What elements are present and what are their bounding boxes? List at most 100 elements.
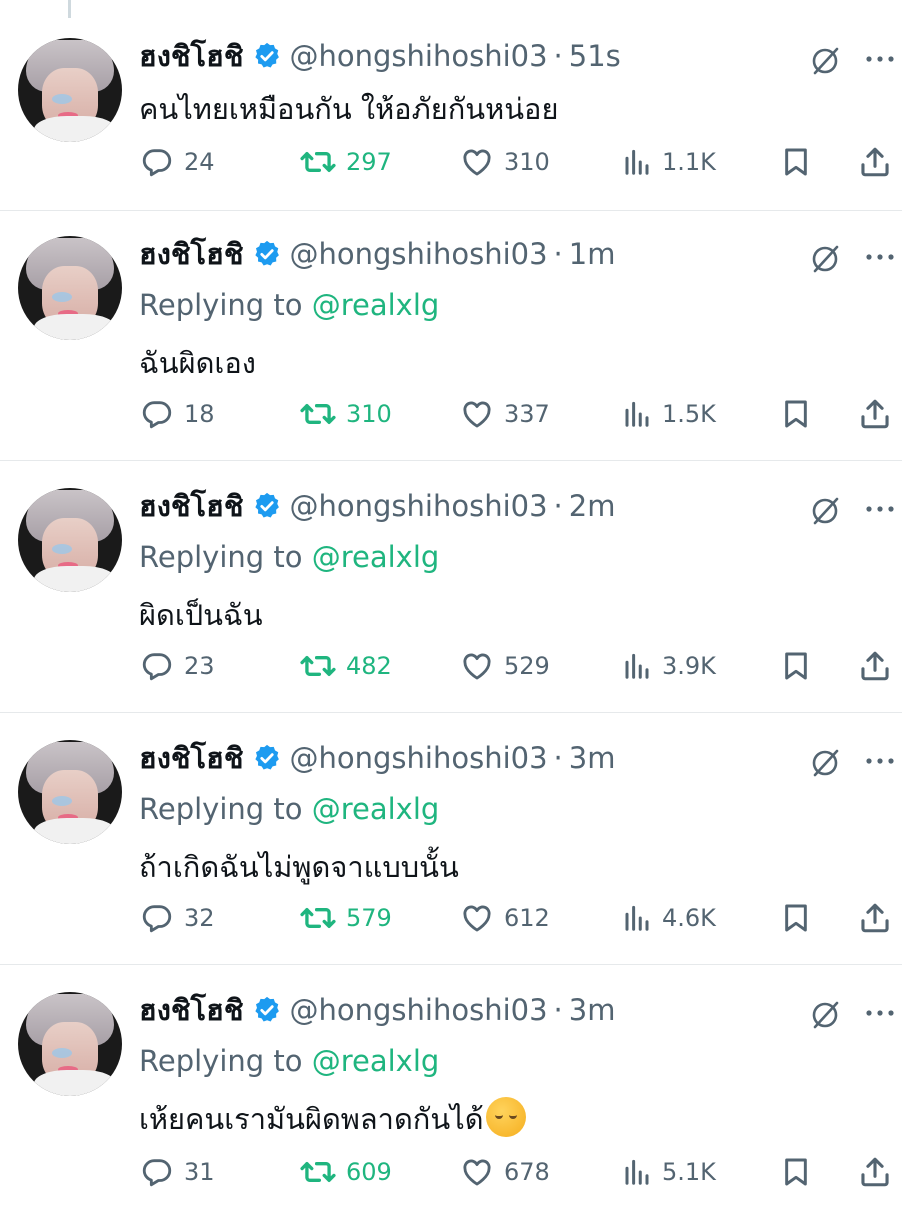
like-icon — [463, 149, 491, 176]
verified-badge-icon — [252, 239, 282, 269]
views-icon — [625, 653, 649, 679]
display-name[interactable]: ฮงชิโฮชิ — [139, 33, 244, 79]
more-icon[interactable] — [862, 494, 898, 524]
tweet-text-content: คนไทยเหมือนกัน ให้อภัยกันหน่อย — [139, 92, 559, 126]
more-icon[interactable] — [862, 44, 898, 74]
tweet[interactable]: ฮงชิโฮชิ @hongshihoshi03 · 2m Replying t… — [0, 450, 902, 713]
views-count: 3.9K — [662, 652, 716, 680]
like-button[interactable]: 529 — [460, 646, 550, 686]
grok-icon[interactable] — [808, 42, 844, 78]
retweet-count: 609 — [346, 1158, 392, 1186]
retweet-button[interactable]: 579 — [300, 898, 392, 938]
bookmark-button[interactable] — [780, 394, 812, 434]
replying-to-mention[interactable]: @realxlg — [312, 792, 440, 826]
reply-icon — [142, 905, 172, 933]
retweet-count: 297 — [346, 148, 392, 176]
like-button[interactable]: 337 — [460, 394, 550, 434]
bookmark-button[interactable] — [780, 646, 812, 686]
views-button[interactable]: 1.5K — [622, 394, 716, 434]
handle[interactable]: @hongshihoshi03 — [290, 237, 548, 271]
display-name[interactable]: ฮงชิโฮชิ — [139, 735, 244, 781]
avatar[interactable] — [18, 992, 122, 1096]
reply-button[interactable]: 24 — [140, 142, 215, 182]
display-name[interactable]: ฮงชิโฮชิ — [139, 987, 244, 1033]
views-button[interactable]: 3.9K — [622, 646, 716, 686]
like-count: 612 — [504, 904, 550, 932]
more-icon[interactable] — [862, 746, 898, 776]
replying-to: Replying to @realxlg — [139, 288, 439, 322]
retweet-button[interactable]: 482 — [300, 646, 392, 686]
replying-to: Replying to @realxlg — [139, 1044, 439, 1078]
avatar[interactable] — [18, 740, 122, 844]
action-bar: 24 297 310 1.1K — [0, 142, 902, 182]
share-button[interactable] — [858, 1152, 892, 1192]
replying-to-mention[interactable]: @realxlg — [312, 288, 440, 322]
retweet-button[interactable]: 297 — [300, 142, 392, 182]
timestamp[interactable]: 1m — [569, 237, 616, 271]
views-button[interactable]: 4.6K — [622, 898, 716, 938]
share-button[interactable] — [858, 898, 892, 938]
tweet[interactable]: ฮงชิโฮชิ @hongshihoshi03 · 1m Replying t… — [0, 198, 902, 461]
timestamp[interactable]: 3m — [569, 741, 616, 775]
tweet-header: ฮงชิโฮชิ @hongshihoshi03 · 51s — [139, 36, 621, 76]
share-icon — [861, 399, 889, 429]
bookmark-button[interactable] — [780, 142, 812, 182]
share-button[interactable] — [858, 142, 892, 182]
views-icon — [625, 1159, 649, 1185]
like-button[interactable]: 612 — [460, 898, 550, 938]
more-icon[interactable] — [862, 242, 898, 272]
avatar[interactable] — [18, 488, 122, 592]
handle[interactable]: @hongshihoshi03 — [290, 741, 548, 775]
bookmark-button[interactable] — [780, 898, 812, 938]
bookmark-icon — [785, 148, 807, 176]
grok-icon[interactable] — [808, 996, 844, 1032]
bookmark-button[interactable] — [780, 1152, 812, 1192]
replying-to-mention[interactable]: @realxlg — [312, 540, 440, 574]
tweet[interactable]: ฮงชิโฮชิ @hongshihoshi03 · 3m Replying t… — [0, 954, 902, 1206]
share-icon — [861, 903, 889, 933]
display-name[interactable]: ฮงชิโฮชิ — [139, 483, 244, 529]
share-button[interactable] — [858, 394, 892, 434]
views-count: 1.1K — [662, 148, 716, 176]
more-icon[interactable] — [862, 998, 898, 1028]
views-count: 4.6K — [662, 904, 716, 932]
reply-button[interactable]: 18 — [140, 394, 215, 434]
reply-icon — [142, 1159, 172, 1187]
retweet-icon — [300, 1162, 336, 1182]
retweet-count: 579 — [346, 904, 392, 932]
like-count: 337 — [504, 400, 550, 428]
replying-to-prefix: Replying to — [139, 792, 312, 826]
timestamp[interactable]: 3m — [569, 993, 616, 1027]
retweet-icon — [300, 152, 336, 172]
verified-badge-icon — [252, 743, 282, 773]
retweet-button[interactable]: 310 — [300, 394, 392, 434]
tweet[interactable]: ฮงชิโฮชิ @hongshihoshi03 · 3m Replying t… — [0, 702, 902, 965]
handle[interactable]: @hongshihoshi03 — [290, 489, 548, 523]
handle[interactable]: @hongshihoshi03 — [290, 993, 548, 1027]
like-button[interactable]: 310 — [460, 142, 550, 182]
reply-button[interactable]: 23 — [140, 646, 215, 686]
views-button[interactable]: 5.1K — [622, 1152, 716, 1192]
timestamp[interactable]: 51s — [569, 39, 621, 73]
grok-icon[interactable] — [808, 492, 844, 528]
replying-to: Replying to @realxlg — [139, 792, 439, 826]
display-name[interactable]: ฮงชิโฮชิ — [139, 231, 244, 277]
grok-icon[interactable] — [808, 744, 844, 780]
replying-to-mention[interactable]: @realxlg — [312, 1044, 440, 1078]
handle[interactable]: @hongshihoshi03 — [290, 39, 548, 73]
reply-button[interactable]: 31 — [140, 1152, 215, 1192]
like-button[interactable]: 678 — [460, 1152, 550, 1192]
tweet-text: ผิดเป็นฉัน — [139, 592, 263, 638]
reply-button[interactable]: 32 — [140, 898, 215, 938]
share-button[interactable] — [858, 646, 892, 686]
views-button[interactable]: 1.1K — [622, 142, 716, 182]
avatar[interactable] — [18, 38, 122, 142]
avatar[interactable] — [18, 236, 122, 340]
separator-dot: · — [553, 993, 563, 1027]
grok-icon[interactable] — [808, 240, 844, 276]
retweet-button[interactable]: 609 — [300, 1152, 392, 1192]
reply-count: 24 — [184, 148, 215, 176]
retweet-icon — [300, 404, 336, 424]
reply-count: 32 — [184, 904, 215, 932]
timestamp[interactable]: 2m — [569, 489, 616, 523]
